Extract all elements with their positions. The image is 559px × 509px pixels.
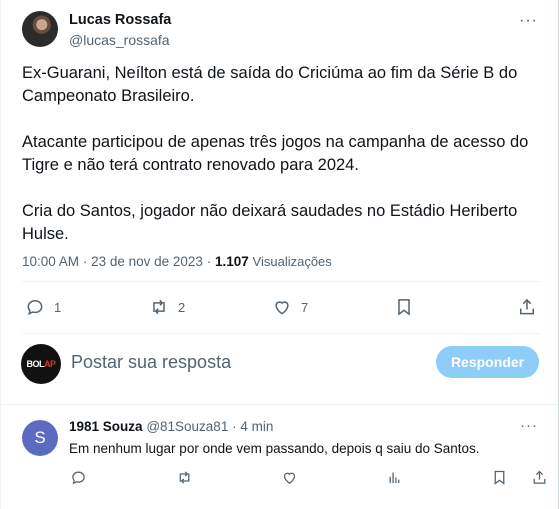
share-icon xyxy=(520,298,534,315)
divider xyxy=(22,281,540,282)
tweet-actions: 1 2 7 xyxy=(1,297,559,321)
reply-icon xyxy=(72,471,85,485)
bookmark-button[interactable] xyxy=(394,297,414,317)
reply-views-button[interactable] xyxy=(386,469,403,486)
views-label[interactable]: Visualizações xyxy=(253,254,332,269)
reply-author-name[interactable]: 1981 Souza xyxy=(69,419,143,434)
divider xyxy=(22,333,540,334)
tweet-date[interactable]: 23 de nov de 2023 xyxy=(91,254,203,269)
avatar-logo-accent: AP xyxy=(43,359,56,369)
tweet-text: Ex-Guarani, Neílton está de saída do Cri… xyxy=(22,62,542,269)
reply-share-button[interactable] xyxy=(531,469,548,486)
reply-reply-button[interactable] xyxy=(70,469,87,486)
retweet-count: 2 xyxy=(178,299,186,315)
tweet-paragraph: Ex-Guarani, Neílton está de saída do Cri… xyxy=(22,64,518,105)
meta-separator: · xyxy=(82,254,88,269)
meta-separator: · xyxy=(206,254,212,269)
bookmark-icon xyxy=(494,470,505,485)
more-options-icon[interactable]: ··· xyxy=(519,12,538,30)
tweet-detail-panel: Lucas Rossafa @lucas_rossafa ··· Ex-Guar… xyxy=(0,0,559,509)
analytics-icon xyxy=(389,472,400,484)
share-button[interactable] xyxy=(517,297,537,317)
avatar-logo-text: BOL xyxy=(26,359,44,369)
tweet-time[interactable]: 10:00 AM xyxy=(22,254,79,269)
like-button[interactable]: 7 xyxy=(272,297,308,317)
reply-actions xyxy=(1,469,559,489)
views-count[interactable]: 1.107 xyxy=(215,254,249,269)
author-handle[interactable]: @lucas_rossafa xyxy=(69,32,170,48)
reply-more-options-icon[interactable]: ··· xyxy=(520,417,538,434)
share-icon xyxy=(533,470,546,484)
reply-author-avatar[interactable]: S xyxy=(22,420,58,456)
tweet-meta: 10:00 AM · 23 de nov de 2023 · 1.107 Vis… xyxy=(22,254,332,269)
reply-text: Em nenhum lugar por onde vem passando, d… xyxy=(69,441,480,456)
reply-header: 1981 Souza @81Souza81 · 4 min xyxy=(69,419,273,434)
meta-separator: · xyxy=(232,419,237,434)
tweet-paragraph: Cria do Santos, jogador não deixará saud… xyxy=(22,202,518,243)
author-name[interactable]: Lucas Rossafa xyxy=(69,12,171,28)
reply-submit-button[interactable]: Responder xyxy=(436,346,539,378)
divider xyxy=(1,404,558,405)
heart-icon xyxy=(275,301,289,315)
author-avatar[interactable] xyxy=(22,11,58,47)
bookmark-icon xyxy=(398,299,410,316)
reply-author-handle[interactable]: @81Souza81 xyxy=(146,419,228,434)
like-count: 7 xyxy=(301,299,309,315)
reply-input[interactable]: Postar sua resposta xyxy=(71,352,231,373)
reply-like-button[interactable] xyxy=(281,469,298,486)
retweet-button[interactable]: 2 xyxy=(149,297,185,317)
reply-retweet-button[interactable] xyxy=(176,469,193,486)
avatar-logo: BOLAP xyxy=(26,359,55,369)
heart-icon xyxy=(283,472,296,484)
reply-count: 1 xyxy=(54,299,62,315)
retweet-icon xyxy=(179,471,190,484)
reply-bookmark-button[interactable] xyxy=(491,469,508,486)
current-user-avatar[interactable]: BOLAP xyxy=(21,344,61,384)
reply-button[interactable]: 1 xyxy=(25,297,61,317)
reply-age[interactable]: 4 min xyxy=(240,419,273,434)
retweet-icon xyxy=(153,299,165,315)
reply-icon xyxy=(27,299,43,315)
tweet-paragraph: Atacante participou de apenas três jogos… xyxy=(22,133,529,174)
